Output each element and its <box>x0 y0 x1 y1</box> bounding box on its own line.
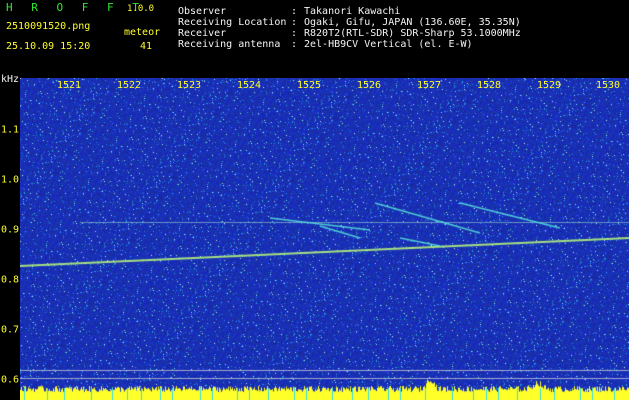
info-sep: : <box>291 17 298 28</box>
x-tick-label: 1530 <box>595 80 621 91</box>
y-tick-label: 0.7 <box>1 324 20 336</box>
info-key: Receiving Location <box>178 17 287 28</box>
info-sep: : <box>291 28 298 39</box>
x-tick-label: 1521 <box>56 80 82 91</box>
info-value: Ogaki, Gifu, JAPAN (136.60E, 35.35N) <box>304 17 521 28</box>
info-location: Receiving Location: Ogaki, Gifu, JAPAN (1… <box>178 17 521 28</box>
x-tick-label: 1528 <box>476 80 502 91</box>
y-tick-label: 0.6 <box>1 374 20 386</box>
date-time: 25.10.09 15:20 <box>6 41 91 52</box>
y-axis-unit: kHz <box>1 74 20 85</box>
meteor-count: 41 <box>140 41 153 52</box>
info-key: Receiving antenna <box>178 39 281 50</box>
info-receiver: Receiver: R820T2(RTL-SDR) SDR-Sharp 53.10… <box>178 28 521 39</box>
spectrogram-plot <box>20 78 629 400</box>
info-key: Observer <box>178 6 227 17</box>
info-antenna: Receiving antenna:2el-HB9CV Vertical (el… <box>178 39 473 50</box>
info-key: Receiver <box>178 28 227 39</box>
info-sep: : <box>291 6 298 17</box>
hrofft-window: H R O F F T 1.0.0 2510091520.png 25.10.0… <box>0 0 629 400</box>
x-tick-label: 1524 <box>236 80 262 91</box>
x-tick-label: 1529 <box>536 80 562 91</box>
app-version: 1.0.0 <box>127 4 155 14</box>
y-tick-label: 1.0 <box>1 174 20 186</box>
info-value: 2el-HB9CV Vertical (el. E-W) <box>304 39 473 50</box>
app-title: H R O F F T <box>6 1 145 14</box>
info-value: R820T2(RTL-SDR) SDR-Sharp 53.1000MHz <box>304 28 521 39</box>
x-tick-label: 1527 <box>416 80 442 91</box>
info-value: Takanori Kawachi <box>304 6 401 17</box>
y-tick-label: 1.1 <box>1 124 20 136</box>
x-tick-label: 1522 <box>116 80 142 91</box>
file-name: 2510091520.png <box>6 21 91 32</box>
y-tick-label: 0.8 <box>1 274 20 286</box>
info-sep: : <box>291 39 298 50</box>
y-tick-label: 0.9 <box>1 224 20 236</box>
x-tick-label: 1525 <box>296 80 322 91</box>
x-tick-label: 1526 <box>356 80 382 91</box>
meteor-label: meteor <box>124 27 161 38</box>
x-tick-label: 1523 <box>176 80 202 91</box>
info-observer: Observer: Takanori Kawachi <box>178 6 400 17</box>
